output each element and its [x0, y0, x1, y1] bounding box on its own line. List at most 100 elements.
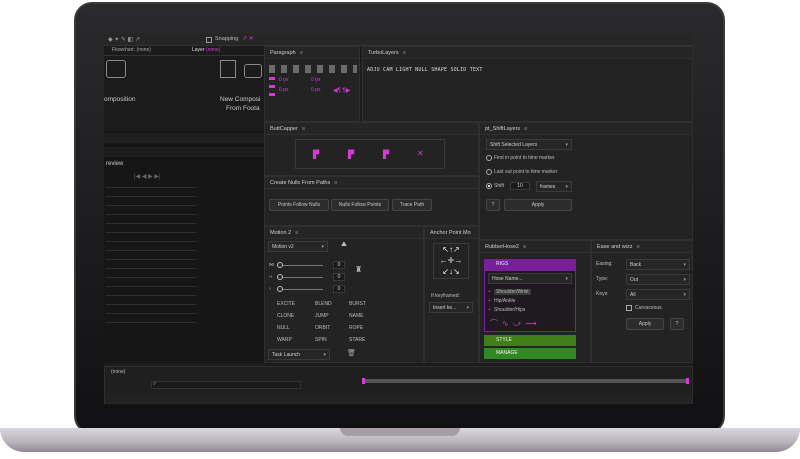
- paragraph-title: Paragraph ≡: [265, 47, 359, 59]
- slider-1-icon: ⋈: [269, 262, 274, 268]
- indent-left[interactable]: 0 px: [279, 77, 288, 83]
- shift-apply-button[interactable]: Apply: [504, 199, 572, 211]
- anchor-grid[interactable]: ↖↑↗ ←✛→ ↙↓↘: [433, 243, 469, 279]
- buttcapper-panel: ButtCapper ≡ ▛ ▛ ▛ ✕: [264, 122, 479, 176]
- cap-round-icon[interactable]: ▛: [348, 150, 354, 159]
- shift-help-button[interactable]: ?: [486, 199, 500, 211]
- shift-mode-dropdown[interactable]: Shift Selected Layers: [486, 139, 572, 150]
- slider-1-track[interactable]: [277, 265, 323, 266]
- slider-2-value[interactable]: 0: [333, 273, 345, 281]
- btn-spin[interactable]: SPIN: [315, 337, 327, 343]
- footage-icon: [220, 60, 236, 78]
- figure-icon: ♜: [355, 265, 363, 274]
- preset-markers: + + +: [488, 289, 491, 313]
- work-area-end[interactable]: [686, 378, 689, 384]
- slider-2-track[interactable]: [277, 277, 323, 278]
- turbolayers-panel: TurboLayers ≡ ADJU CAM LIGHT NULL SHAPE S…: [362, 46, 693, 122]
- left-area: Flowchart: (none) Layer (none) ompositio…: [104, 46, 264, 143]
- timeline-ruler: [363, 379, 689, 383]
- preview-faded-text: [106, 187, 196, 327]
- screen: ◆ ✦ ✎ ◧ ↗ Snapping ↗ ✕ Flowchart: (none)…: [104, 34, 693, 404]
- tool-icons[interactable]: ◆ ✦ ✎ ◧ ↗: [108, 36, 140, 43]
- motion-version-dropdown[interactable]: Motion v2: [268, 241, 328, 252]
- preview-title: review: [106, 161, 124, 167]
- space-before[interactable]: 0 px: [311, 77, 320, 83]
- work-area-start[interactable]: [362, 378, 365, 384]
- mountain-icon: ⛰: [341, 241, 347, 248]
- btn-burst[interactable]: BURST: [349, 301, 366, 307]
- shiftlayers-title: pt_ShiftLayers ≡: [480, 123, 692, 135]
- task-launch-dropdown[interactable]: Task Launch: [268, 349, 330, 360]
- radio-shift[interactable]: [486, 183, 492, 189]
- slider-3-knob[interactable]: [277, 286, 283, 292]
- cap-butt-icon[interactable]: ▛: [313, 150, 319, 159]
- trace-path-button[interactable]: Trace Path: [392, 199, 432, 211]
- slider-1-knob[interactable]: [277, 262, 283, 268]
- preview-controls[interactable]: |◀ ◀ ▶ ▶|: [134, 173, 161, 180]
- radio-first-label: First in point to time marker: [494, 155, 555, 161]
- snapping-label: Snapping: [215, 36, 239, 42]
- hose-name-input[interactable]: Hose Name...: [488, 273, 572, 284]
- trash-icon[interactable]: 🗑: [347, 349, 356, 357]
- easing-dropdown[interactable]: Back: [626, 259, 690, 270]
- btn-excite[interactable]: EXCITE: [277, 301, 295, 307]
- shift-unit-dropdown[interactable]: frames: [536, 181, 572, 192]
- btn-null[interactable]: NULL: [277, 325, 290, 331]
- easing-label: Easing:: [596, 261, 613, 267]
- tab-flowchart[interactable]: Flowchart: (none): [112, 47, 151, 53]
- btn-clone[interactable]: CLONE: [277, 313, 294, 319]
- snapping-checkbox[interactable]: [206, 37, 212, 43]
- left-lower: review |◀ ◀ ▶ ▶|: [104, 131, 264, 363]
- slider-2-knob[interactable]: [277, 274, 283, 280]
- align-buttons[interactable]: [269, 65, 357, 73]
- direction-icons[interactable]: ◀¶ ¶▶: [333, 87, 350, 94]
- radio-first[interactable]: [486, 155, 492, 161]
- keys-dropdown[interactable]: All: [626, 289, 690, 300]
- anchor-title: Anchor Point Mo: [425, 227, 478, 239]
- turbolayers-title: TurboLayers ≡: [363, 47, 692, 59]
- btn-rope[interactable]: ROPE: [349, 325, 363, 331]
- slider-1-value[interactable]: 0: [333, 261, 345, 269]
- timeline-search[interactable]: [151, 381, 301, 389]
- preset-1[interactable]: Shoulder/Wrist: [494, 289, 531, 295]
- btn-name[interactable]: NAME: [349, 313, 363, 319]
- hose-shape-icons[interactable]: ⌒∿⤻⟿: [490, 318, 541, 329]
- turbolayers-items[interactable]: ADJU CAM LIGHT NULL SHAPE SOLID TEXT: [367, 67, 483, 73]
- keyframed-dropdown[interactable]: Insert ke...: [429, 302, 473, 313]
- indent-first[interactable]: 0 px: [279, 87, 288, 93]
- keyframed-label: If keyframed:: [431, 293, 460, 299]
- slider-3-value[interactable]: 0: [333, 285, 345, 293]
- preset-2[interactable]: Hip/Ankle: [494, 298, 515, 304]
- shift-value-input[interactable]: 10: [510, 182, 530, 190]
- curvaceous-checkbox[interactable]: [626, 305, 632, 311]
- wrench-icon[interactable]: ✕: [417, 149, 424, 158]
- type-dropdown[interactable]: Out: [626, 274, 690, 285]
- preset-3[interactable]: Shoulder/Hips: [494, 307, 525, 313]
- search-icon: ⌕: [153, 381, 157, 387]
- buttcapper-title: ButtCapper ≡: [265, 123, 478, 135]
- slider-2-icon: ›‹: [269, 274, 273, 280]
- rh-manage-tab[interactable]: MANAGE: [484, 348, 576, 359]
- nulls-follow-points-button[interactable]: Nulls Follow Points: [331, 199, 389, 211]
- snap-icons[interactable]: ↗ ✕: [242, 35, 254, 42]
- radio-shift-label: Shift: [494, 183, 505, 189]
- btn-orbit[interactable]: ORBIT: [315, 325, 330, 331]
- btn-blend[interactable]: BLEND: [315, 301, 332, 307]
- cap-square-icon[interactable]: ▛: [383, 150, 389, 159]
- tab-layer[interactable]: Layer (none): [192, 47, 220, 53]
- keys-label: Keys:: [596, 291, 609, 297]
- timeline-tracks: [105, 395, 693, 404]
- type-label: Type:: [596, 276, 609, 282]
- rh-rigs-tab[interactable]: RIGS: [484, 259, 576, 270]
- points-follow-nulls-button[interactable]: Points Follow Nulls: [269, 199, 329, 211]
- ease-apply-button[interactable]: Apply: [626, 318, 664, 330]
- radio-last[interactable]: [486, 169, 492, 175]
- ease-help-button[interactable]: ?: [670, 318, 684, 330]
- space-after[interactable]: 0 px: [311, 87, 320, 93]
- btn-jump[interactable]: JUMP: [315, 313, 329, 319]
- btn-stare[interactable]: STARE: [349, 337, 365, 343]
- btn-warp[interactable]: WARP: [277, 337, 292, 343]
- laptop-notch: [340, 428, 460, 436]
- rh-style-tab[interactable]: STYLE: [484, 335, 576, 346]
- slider-3-track[interactable]: [277, 289, 323, 290]
